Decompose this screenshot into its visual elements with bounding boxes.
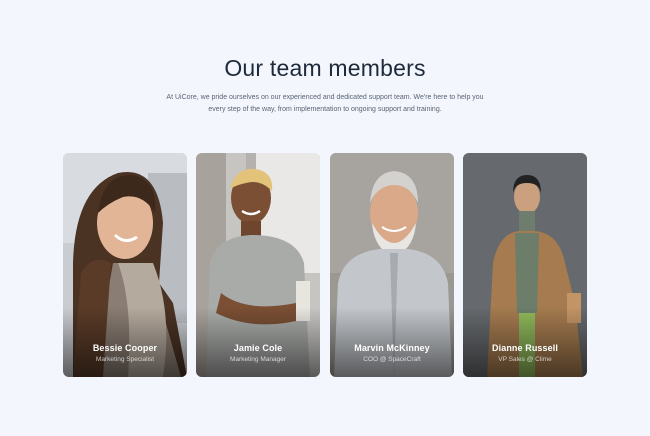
- member-name: Bessie Cooper: [92, 343, 158, 353]
- member-name: Dianne Russell: [492, 343, 558, 353]
- member-name: Marvin McKinney: [354, 343, 430, 353]
- team-section-header: Our team members At UiCore, we pride our…: [0, 52, 650, 116]
- member-name: Jamie Cole: [233, 343, 283, 353]
- member-role: COO @ SpaceCraft: [363, 356, 421, 363]
- team-card-bessie-cooper[interactable]: Bessie Cooper Marketing Specialist: [63, 153, 187, 377]
- section-title: Our team members: [224, 55, 426, 81]
- section-description: At UiCore, we pride ourselves on our exp…: [166, 94, 484, 113]
- card-overlay: [330, 307, 454, 377]
- member-role: VP Sales @ Clime: [498, 356, 552, 363]
- card-overlay: [196, 307, 320, 377]
- team-card-jamie-cole[interactable]: Jamie Cole Marketing Manager: [196, 153, 320, 377]
- team-card-dianne-russell[interactable]: Dianne Russell VP Sales @ Clime: [463, 153, 587, 377]
- team-member-cards: Bessie Cooper Marketing Specialist Jamie…: [63, 153, 587, 377]
- card-overlay: [463, 307, 587, 377]
- member-role: Marketing Manager: [230, 356, 286, 363]
- card-overlay: [63, 307, 187, 377]
- member-role: Marketing Specialist: [95, 356, 155, 363]
- team-card-marvin-mckinney[interactable]: Marvin McKinney COO @ SpaceCraft: [330, 153, 454, 377]
